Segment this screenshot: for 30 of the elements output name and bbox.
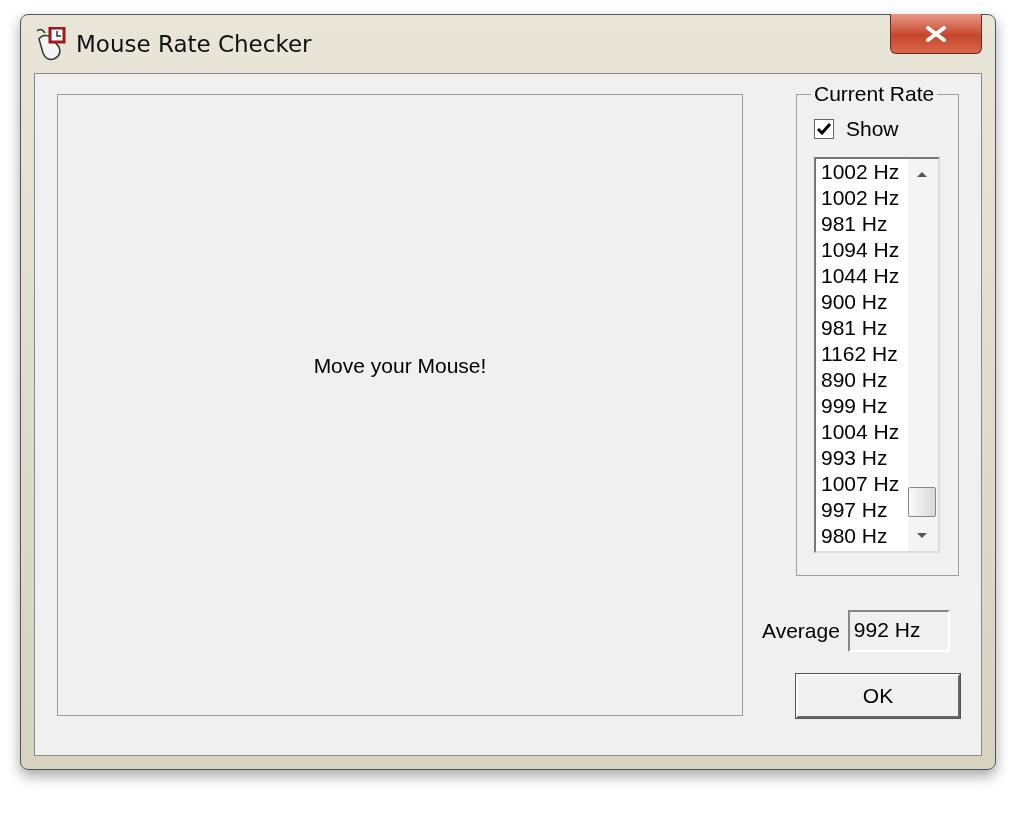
rate-item: 999 Hz [821,393,889,419]
average-label: Average [762,619,840,643]
rate-item: 1002 Hz [821,159,901,185]
instruction-text: Move your Mouse! [313,354,487,378]
up-arrow-icon[interactable] [916,171,928,178]
down-arrow-icon[interactable] [916,532,928,539]
rate-item: 1002 Hz [821,185,901,211]
rate-item: 1094 Hz [821,237,901,263]
mouse-icon [34,27,66,61]
rate-item: 981 Hz [821,211,889,237]
rate-item: 981 Hz [821,315,889,341]
close-icon [925,25,947,42]
average-field: 992 Hz [847,610,950,652]
rate-item: 1007 Hz [821,471,901,497]
rate-item: 890 Hz [821,367,889,393]
rate-list[interactable]: 1002 Hz 1002 Hz 981 Hz 1094 Hz 1044 Hz 900 Hz 981 Hz 1162 Hz 890 Hz 999 Hz 1004 Hz 993 Hz 1007 Hz 997 Hz 980 Hz [814,157,940,553]
close-button[interactable] [890,14,982,54]
scrollbar[interactable] [908,159,938,551]
rate-item: 1162 Hz [821,341,899,367]
rate-item: 1044 Hz [821,263,901,289]
rate-item: 997 Hz [821,497,889,523]
rate-item: 900 Hz [821,289,889,315]
window-title: Mouse Rate Checker [76,31,312,57]
rate-item: 1004 Hz [821,419,901,445]
scroll-thumb[interactable] [908,487,936,517]
rate-item: 980 Hz [821,523,889,549]
ok-button[interactable]: OK [796,674,960,718]
show-checkbox[interactable]: Show [814,117,899,141]
check-icon [817,123,831,135]
rate-item: 993 Hz [821,445,889,471]
